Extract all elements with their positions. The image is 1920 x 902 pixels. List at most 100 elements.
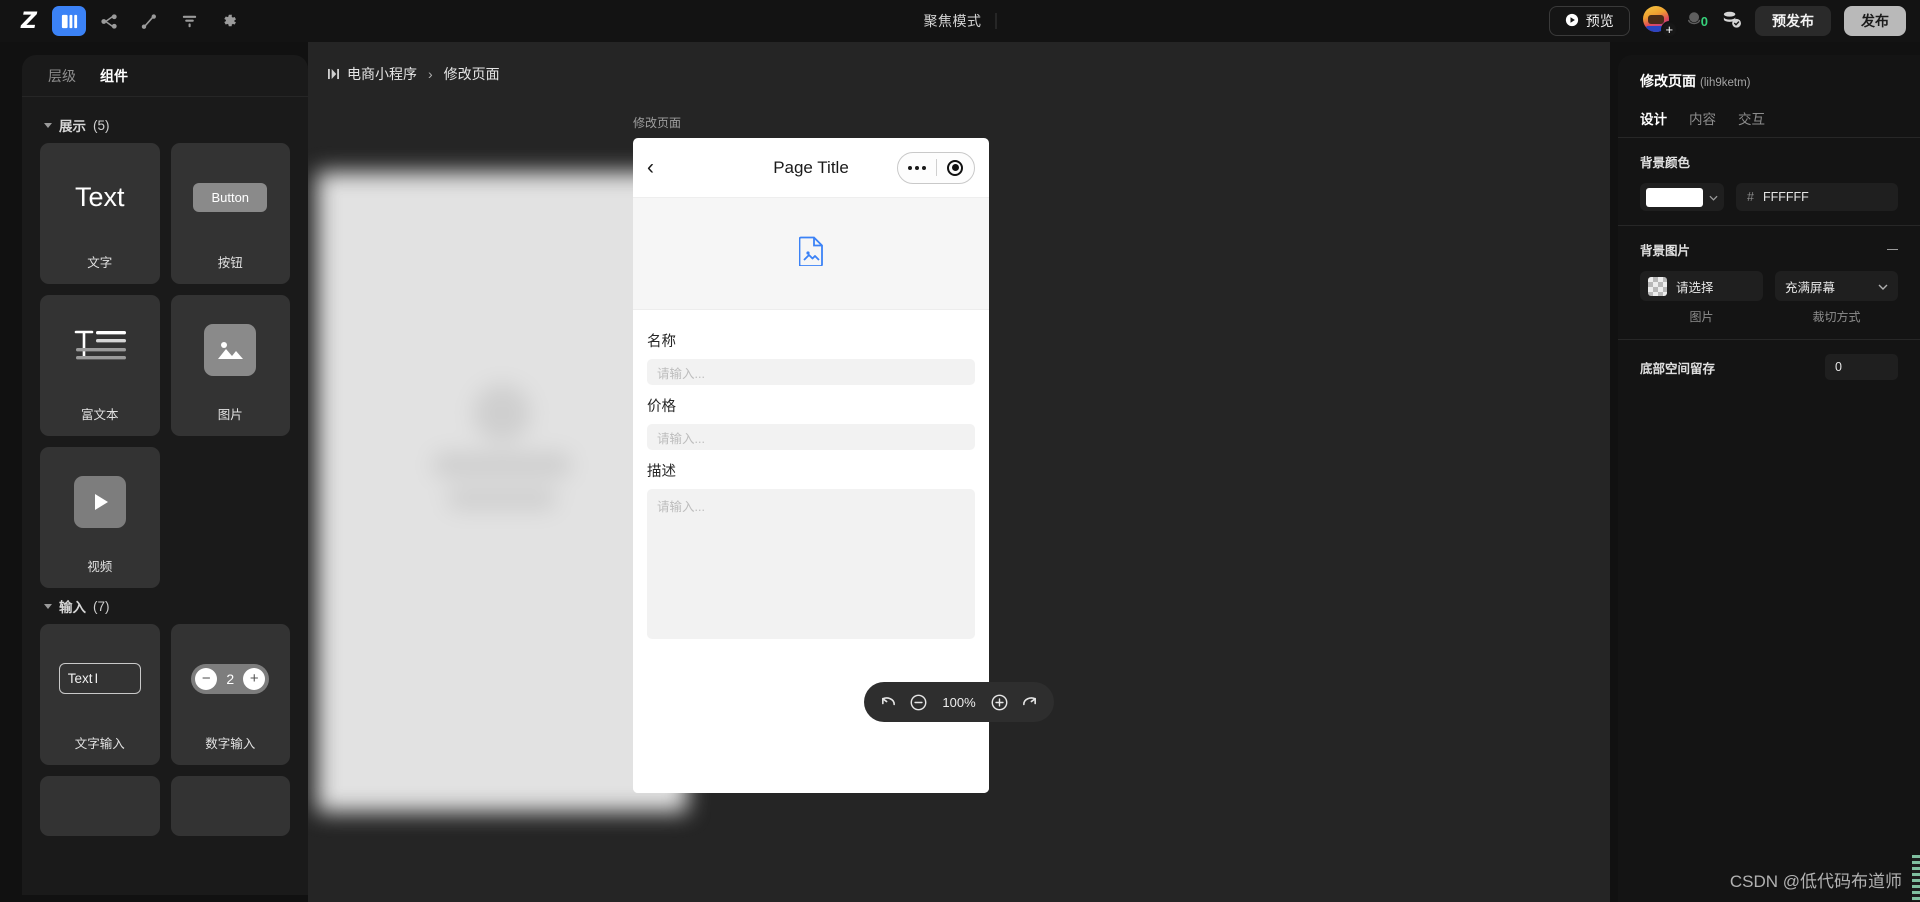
minus-icon: − <box>195 667 218 690</box>
component-card-partial[interactable] <box>40 776 160 836</box>
section-title-bg-image: 背景图片 <box>1640 240 1898 259</box>
component-preview <box>40 447 160 556</box>
description-textarea[interactable]: 请输入... <box>647 489 975 639</box>
component-card-video[interactable]: 视频 <box>40 447 160 588</box>
image-file-icon <box>798 236 824 271</box>
component-preview <box>40 295 160 404</box>
flow-icon[interactable] <box>92 6 126 36</box>
back-chevron-icon[interactable]: ‹ <box>647 157 654 178</box>
plus-icon: + <box>243 667 266 690</box>
component-preview <box>171 295 291 404</box>
number-stepper-sample: − 2 + <box>191 663 270 694</box>
zoom-toolbar: 100% <box>864 682 1054 722</box>
redo-icon[interactable] <box>1021 694 1038 711</box>
color-swatch <box>1646 187 1703 207</box>
group-title: 输入 <box>59 600 86 615</box>
input-components-grid: Text I 文字输入 − 2 + 数字输入 <box>40 624 290 836</box>
component-card-richtext[interactable]: 富文本 <box>40 295 160 436</box>
avatar[interactable]: + <box>1642 6 1678 38</box>
color-swatch-picker[interactable] <box>1640 183 1724 211</box>
tab-layers[interactable]: 层级 <box>48 66 76 86</box>
component-label: 视频 <box>87 560 113 574</box>
breadcrumb-nav-icons[interactable] <box>328 68 339 80</box>
preview-label: 预览 <box>1585 13 1614 29</box>
grid-spacer <box>171 447 291 588</box>
tab-content[interactable]: 内容 <box>1689 108 1716 128</box>
component-card-image[interactable]: 图片 <box>170 295 291 436</box>
tab-components[interactable]: 组件 <box>100 66 128 86</box>
deploy-status-icon[interactable] <box>1721 8 1742 34</box>
component-preview: Text I <box>40 624 160 733</box>
undo-icon[interactable] <box>880 694 897 711</box>
component-card-number-input[interactable]: − 2 + 数字输入 <box>170 624 290 765</box>
bg-color-row: # FFFFFF <box>1640 183 1898 211</box>
field-label: 描述 <box>647 464 676 480</box>
zoom-out-button[interactable] <box>909 693 928 712</box>
chevron-down-icon <box>44 122 52 128</box>
align-icon[interactable] <box>172 6 206 36</box>
breadcrumb-current: 修改页面 <box>443 66 500 82</box>
price-input[interactable]: 请输入... <box>647 424 975 450</box>
zoom-in-button[interactable] <box>990 693 1009 712</box>
form-field: 描述 请输入... <box>647 460 975 639</box>
play-circle-icon <box>1565 13 1579 30</box>
field-label: 价格 <box>647 399 676 415</box>
publish-button[interactable]: 发布 <box>1844 6 1906 36</box>
properties-header: 修改页面 (lih9ketm) 设计 内容 交互 <box>1618 55 1920 137</box>
component-card-text-input[interactable]: Text I 文字输入 <box>40 624 160 765</box>
component-label: 数字输入 <box>205 737 256 751</box>
component-label: 富文本 <box>80 408 119 422</box>
component-card-text[interactable]: Text 文字 <box>40 143 160 284</box>
bottom-space-row: 底部空间留存 0 <box>1640 354 1898 380</box>
pages-panel-icon[interactable] <box>52 6 86 36</box>
component-card-partial[interactable] <box>170 776 290 836</box>
hex-value: FFFFFF <box>1762 190 1809 204</box>
tab-interaction[interactable]: 交互 <box>1738 108 1765 128</box>
chevron-down-icon <box>1709 188 1718 206</box>
text-input-sample: Text I <box>58 663 141 694</box>
prepublish-button[interactable]: 预发布 <box>1755 6 1831 36</box>
text-input-value: Text <box>67 671 93 686</box>
add-collaborator-button[interactable]: + <box>1660 21 1678 38</box>
breadcrumb-separator: › <box>428 66 433 82</box>
group-count: (5) <box>93 117 110 133</box>
image-picker-button[interactable]: 请选择 <box>1640 271 1763 301</box>
display-components-grid: Text 文字 Button 按钮 富文本 图片 视频 <box>40 143 290 588</box>
breadcrumb: 电商小程序 › 修改页面 <box>328 64 500 84</box>
crop-mode-value: 充满屏幕 <box>1785 280 1836 295</box>
tab-design[interactable]: 设计 <box>1640 108 1667 128</box>
focus-mode-label: 聚焦模式 <box>923 13 982 29</box>
bottom-space-input[interactable]: 0 <box>1825 354 1898 380</box>
group-header-display[interactable]: 展示 (5) <box>40 107 290 143</box>
hex-color-input[interactable]: # FFFFFF <box>1736 183 1898 211</box>
section-bottom-space: 底部空间留存 0 <box>1618 340 1920 394</box>
canvas-area[interactable]: 电商小程序 › 修改页面 修改页面 ‹ Page Title 名称 请输入...… <box>308 42 1610 902</box>
credits-count: 0 <box>1700 13 1708 29</box>
breadcrumb-root[interactable]: 电商小程序 <box>347 64 417 84</box>
component-card-button[interactable]: Button 按钮 <box>170 143 291 284</box>
image-component-placeholder[interactable] <box>633 198 989 310</box>
bg-image-row: 请选择 充满屏幕 <box>1640 271 1898 301</box>
close-target-icon[interactable] <box>936 159 974 176</box>
crop-mode-select[interactable]: 充满屏幕 <box>1775 271 1898 301</box>
panel-body: 展示 (5) Text 文字 Button 按钮 富文本 图片 视频 输入 (7… <box>22 97 308 895</box>
watermark: CSDN @低代码布道师 <box>1729 872 1902 891</box>
group-header-input[interactable]: 输入 (7) <box>40 588 290 624</box>
logo-z[interactable]: Z <box>12 4 46 38</box>
component-label: 按钮 <box>217 256 243 270</box>
collapse-icon[interactable] <box>1887 248 1898 251</box>
name-input[interactable]: 请输入... <box>647 359 975 385</box>
components-panel: 层级 组件 展示 (5) Text 文字 Button 按钮 富文本 图片 视频… <box>22 55 308 895</box>
more-dots-icon[interactable] <box>898 165 936 170</box>
component-preview: Button <box>171 143 291 252</box>
form-field: 名称 请输入... <box>647 330 975 385</box>
chevron-down-icon <box>44 603 52 609</box>
settings-gear-icon[interactable] <box>212 6 246 36</box>
preview-button[interactable]: 预览 <box>1548 6 1630 36</box>
properties-tabs: 设计 内容 交互 <box>1640 108 1898 137</box>
section-background-color: 背景颜色 # FFFFFF <box>1618 138 1920 225</box>
image-caption: 图片 <box>1689 310 1714 324</box>
credits-badge[interactable]: 0 <box>1686 10 1708 33</box>
plugin-icon[interactable] <box>132 6 166 36</box>
app-root: Z 聚焦模式 预览 + 0 预发布 发布 电商小程序 › 修改页面 修改页面 ‹… <box>0 0 1920 902</box>
